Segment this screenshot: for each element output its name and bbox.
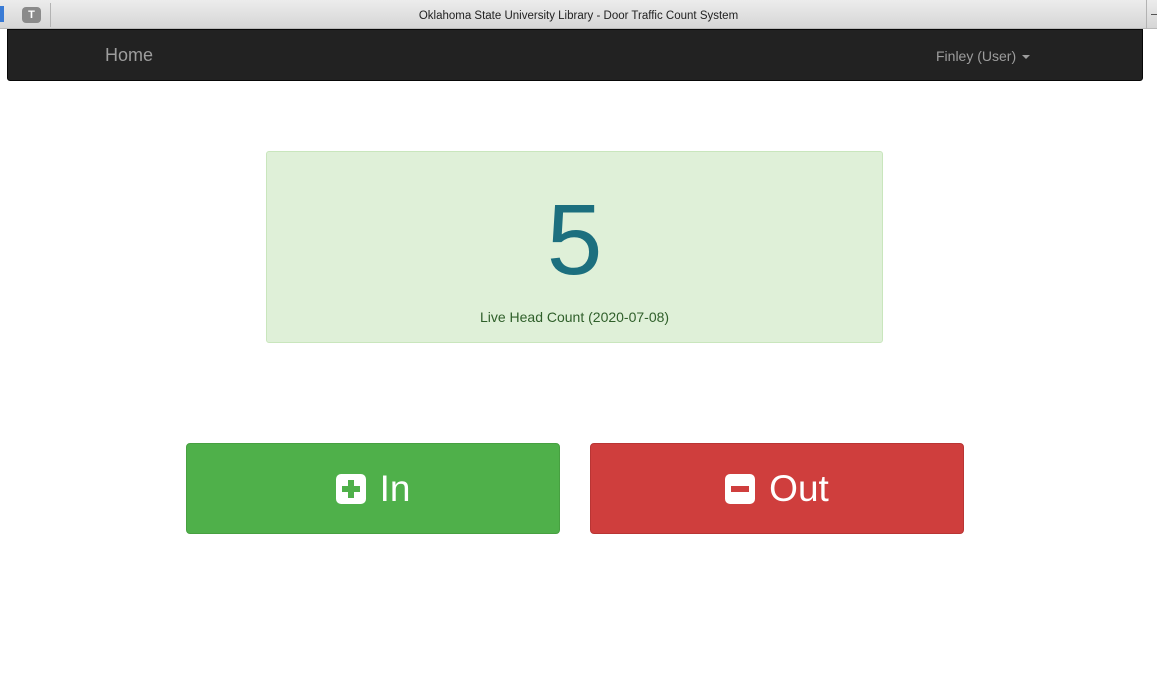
user-menu-dropdown[interactable]: Finley (User) <box>936 30 1031 82</box>
navbar: Home Finley (User) <box>7 29 1143 81</box>
caret-down-icon <box>1022 55 1031 60</box>
minimize-icon[interactable] <box>1146 0 1157 29</box>
head-count-panel: 5 Live Head Count (2020-07-08) <box>266 151 883 343</box>
head-count-value: 5 <box>546 184 603 296</box>
head-count-caption: Live Head Count (2020-07-08) <box>479 309 670 325</box>
home-link[interactable]: Home <box>105 30 153 80</box>
window-title: Oklahoma State University Library - Door… <box>418 10 739 22</box>
in-button-label: In <box>379 467 411 509</box>
user-menu-label: Finley (User) <box>936 48 1017 64</box>
in-button[interactable]: In <box>186 443 560 534</box>
out-button[interactable]: Out <box>590 443 964 534</box>
minus-square-icon <box>725 473 756 504</box>
plus-square-icon <box>335 473 366 504</box>
window-titlebar: T Oklahoma State University Library - Do… <box>0 0 1157 29</box>
out-button-label: Out <box>769 467 829 509</box>
